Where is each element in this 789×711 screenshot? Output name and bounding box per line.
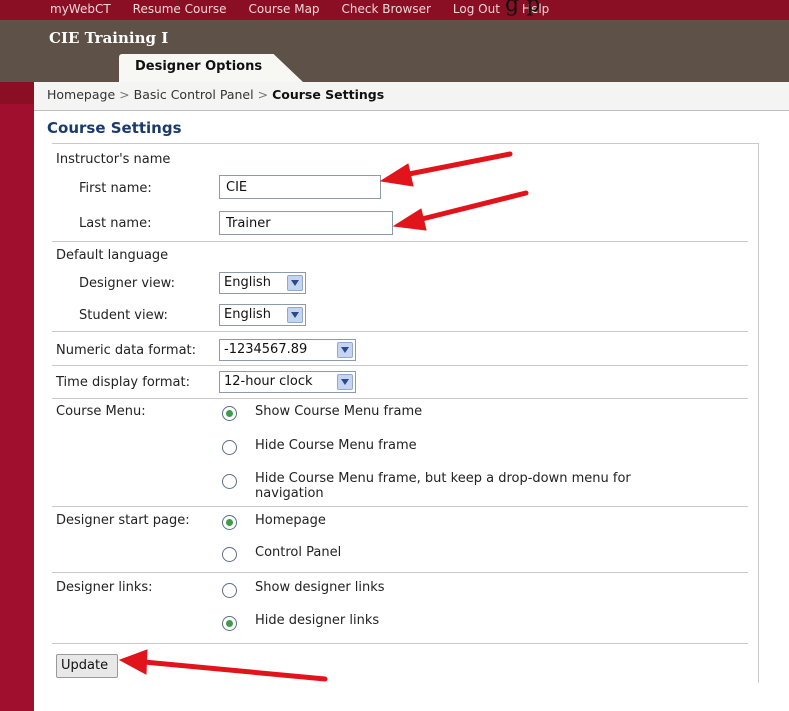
- hide-course-menu-dropdown-text: Hide Course Menu frame, but keep a drop-…: [255, 471, 631, 486]
- sidebar-collapse-handle[interactable]: [0, 82, 34, 104]
- radio-start-homepage[interactable]: [222, 515, 237, 530]
- designer-links-label: Designer links:: [56, 580, 153, 595]
- update-button[interactable]: Update: [56, 654, 118, 678]
- top-nav-bar: myWebCT Resume Course Course Map Check B…: [0, 0, 789, 20]
- nav-link-check-browser[interactable]: Check Browser: [342, 2, 431, 16]
- numeric-format-value: -1234567.89: [224, 342, 308, 357]
- radio-show-designer-links[interactable]: [222, 583, 237, 598]
- time-format-select[interactable]: 12-hour clock: [219, 371, 356, 393]
- last-name-label: Last name:: [79, 216, 152, 231]
- chevron-down-icon[interactable]: [337, 374, 353, 390]
- tab-designer-options[interactable]: Designer Options: [119, 54, 303, 82]
- breadcrumb-current: Course Settings: [272, 87, 385, 102]
- first-name-field[interactable]: [219, 175, 381, 199]
- page-title: Course Settings: [47, 119, 182, 137]
- breadcrumb: Homepage > Basic Control Panel > Course Sett…: [34, 82, 789, 111]
- nav-link-mywebct[interactable]: myWebCT: [50, 2, 111, 16]
- hide-course-menu-text: Hide Course Menu frame: [255, 438, 417, 453]
- radio-start-control-panel[interactable]: [222, 547, 237, 562]
- course-title-bar: CIE Training I Designer Options: [0, 20, 789, 82]
- row-divider: [52, 331, 748, 332]
- designer-start-page-label: Designer start page:: [56, 513, 190, 528]
- student-view-label: Student view:: [79, 308, 168, 323]
- time-format-label: Time display format:: [56, 375, 190, 390]
- form-right-border: [758, 143, 759, 683]
- tab-designer-options-label: Designer Options: [135, 59, 263, 74]
- instructor-name-heading: Instructor's name: [56, 152, 171, 167]
- student-view-value: English: [224, 307, 271, 322]
- radio-hide-course-menu[interactable]: [222, 440, 237, 455]
- radio-hide-course-menu-dropdown[interactable]: [222, 474, 237, 489]
- student-view-select[interactable]: English: [219, 304, 306, 326]
- nav-link-log-out[interactable]: Log Out: [453, 2, 500, 16]
- designer-view-value: English: [224, 275, 271, 290]
- show-course-menu-text: Show Course Menu frame: [255, 404, 423, 419]
- row-divider: [52, 365, 748, 366]
- chevron-down-icon[interactable]: [287, 275, 303, 291]
- radio-show-course-menu[interactable]: [222, 406, 237, 421]
- row-divider: [52, 506, 748, 507]
- hide-designer-links-text: Hide designer links: [255, 613, 380, 628]
- row-divider: [52, 398, 748, 399]
- breadcrumb-basic-control-panel[interactable]: Basic Control Panel: [134, 87, 254, 102]
- row-divider: [52, 572, 748, 573]
- chevron-down-icon[interactable]: [287, 307, 303, 323]
- left-sidebar-strip: [0, 82, 34, 711]
- default-language-heading: Default language: [56, 248, 169, 263]
- numeric-format-select[interactable]: -1234567.89: [219, 339, 356, 361]
- row-divider: [52, 643, 748, 644]
- nav-link-course-map[interactable]: Course Map: [249, 2, 320, 16]
- breadcrumb-separator: >: [119, 87, 130, 102]
- overlay-text-fragment: g p: [505, 0, 541, 17]
- course-title: CIE Training I: [49, 29, 169, 47]
- course-settings-form: [52, 143, 758, 144]
- hide-course-menu-dropdown-text-2: navigation: [255, 486, 324, 501]
- designer-view-label: Designer view:: [79, 276, 175, 291]
- chevron-down-icon[interactable]: [337, 342, 353, 358]
- numeric-format-label: Numeric data format:: [56, 343, 197, 358]
- show-designer-links-text: Show designer links: [255, 580, 385, 595]
- row-divider: [52, 241, 748, 242]
- breadcrumb-homepage[interactable]: Homepage: [47, 87, 115, 102]
- first-name-label: First name:: [79, 181, 152, 196]
- last-name-field[interactable]: [219, 211, 393, 235]
- course-menu-label: Course Menu:: [56, 404, 146, 419]
- start-control-panel-text: Control Panel: [255, 545, 342, 560]
- start-homepage-text: Homepage: [255, 513, 326, 528]
- nav-link-resume-course[interactable]: Resume Course: [133, 2, 227, 16]
- radio-hide-designer-links[interactable]: [222, 616, 237, 631]
- time-format-value: 12-hour clock: [224, 374, 313, 389]
- designer-view-select[interactable]: English: [219, 272, 306, 294]
- breadcrumb-separator: >: [257, 87, 269, 102]
